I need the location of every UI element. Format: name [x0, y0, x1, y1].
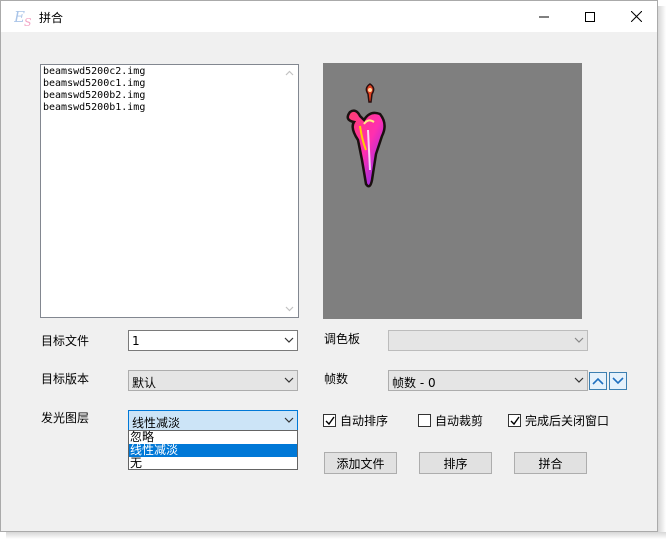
chevron-down-icon [574, 337, 584, 343]
frames-label: 帧数 [324, 372, 349, 386]
arrow-up-icon [592, 377, 604, 385]
glow-layer-value: 线性减淡 [132, 416, 181, 430]
scroll-up-icon[interactable] [285, 69, 294, 78]
frames-value: 帧数 - 0 [392, 376, 436, 390]
minimize-icon [539, 16, 549, 17]
auto-sort-checkbox[interactable]: 自动排序 [323, 412, 388, 429]
chevron-down-icon [284, 417, 294, 423]
palette-combo[interactable] [388, 330, 588, 351]
chevron-down-icon [574, 377, 584, 383]
file-list-scrollbar[interactable] [281, 65, 298, 317]
scroll-down-icon[interactable] [285, 304, 294, 313]
maximize-icon [585, 11, 595, 22]
checkmark-icon [510, 416, 520, 426]
glow-layer-dropdown-list[interactable]: 忽略 线性减淡 无 [128, 430, 298, 470]
es-app-icon: E S [14, 8, 32, 27]
chevron-down-icon [284, 377, 294, 383]
minimize-button[interactable] [521, 1, 567, 32]
target-version-label: 目标版本 [41, 372, 90, 386]
target-version-combo[interactable]: 默认 [128, 370, 298, 391]
checkbox-box[interactable] [418, 414, 431, 427]
checkbox-box[interactable] [508, 414, 521, 427]
close-button[interactable] [613, 1, 659, 32]
auto-crop-checkbox[interactable]: 自动裁剪 [418, 412, 483, 429]
window-shadow-bottom [6, 532, 666, 539]
file-list-item[interactable]: beamswd5200b1.img [43, 102, 296, 114]
svg-text:S: S [24, 16, 32, 27]
arrow-down-icon [612, 377, 624, 385]
sprite-image [346, 83, 386, 188]
auto-sort-label: 自动排序 [340, 414, 389, 428]
target-file-combo[interactable]: 1 [128, 330, 298, 351]
glow-layer-label: 发光图层 [41, 411, 90, 425]
file-list-item[interactable]: beamswd5200c2.img [43, 66, 296, 78]
glow-layer-combo[interactable]: 线性减淡 [128, 410, 298, 431]
target-file-label: 目标文件 [41, 334, 90, 348]
title-bar[interactable]: E S 拼合 [1, 1, 657, 32]
window-shadow-right [658, 6, 666, 539]
frame-up-button[interactable] [589, 372, 607, 390]
palette-label: 调色板 [324, 332, 361, 346]
target-file-value: 1 [132, 334, 140, 348]
frame-down-button[interactable] [609, 372, 627, 390]
merge-button[interactable]: 拼合 [514, 452, 587, 474]
glow-layer-option[interactable]: 无 [129, 457, 297, 470]
file-list-item[interactable]: beamswd5200c1.img [43, 78, 296, 90]
target-version-value: 默认 [132, 376, 157, 390]
maximize-button[interactable] [567, 1, 613, 32]
chevron-down-icon [284, 337, 294, 343]
sort-button[interactable]: 排序 [419, 452, 492, 474]
add-file-button[interactable]: 添加文件 [324, 452, 397, 474]
close-icon [630, 11, 642, 22]
window-title: 拼合 [39, 11, 64, 25]
auto-crop-label: 自动裁剪 [435, 414, 484, 428]
glow-layer-option-selected[interactable]: 线性减淡 [129, 444, 297, 457]
close-on-finish-label: 完成后关闭窗口 [525, 414, 610, 428]
close-on-finish-checkbox[interactable]: 完成后关闭窗口 [508, 412, 609, 429]
file-list-item[interactable]: beamswd5200b2.img [43, 90, 296, 102]
file-listbox[interactable]: beamswd5200c2.img beamswd5200c1.img beam… [40, 64, 299, 318]
checkbox-box[interactable] [323, 414, 336, 427]
frames-combo[interactable]: 帧数 - 0 [388, 370, 588, 391]
checkmark-icon [325, 416, 335, 426]
